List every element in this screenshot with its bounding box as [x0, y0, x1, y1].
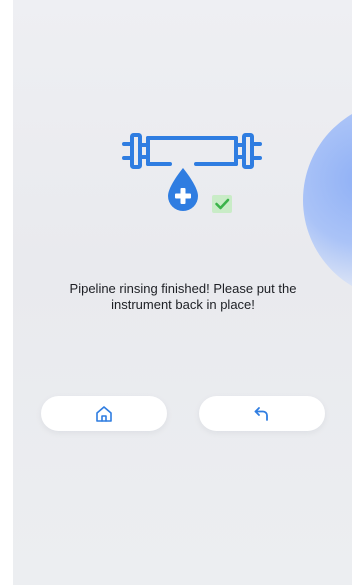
pipe-icon — [122, 133, 262, 169]
home-icon — [96, 405, 112, 422]
status-message-line-1: Pipeline rinsing finished! Please put th… — [69, 281, 297, 296]
rinse-complete-screen: Pipeline rinsing finished! Please put th… — [13, 0, 352, 585]
background-glow — [303, 100, 352, 300]
check-badge-icon — [212, 195, 232, 213]
back-button[interactable] — [199, 396, 325, 431]
status-message-line-2: instrument back in place! — [111, 297, 255, 312]
water-drop-plus-icon — [168, 168, 198, 211]
status-message: Pipeline rinsing finished! Please put th… — [33, 281, 333, 313]
return-arrow-icon — [254, 406, 268, 421]
home-button[interactable] — [41, 396, 167, 431]
rinse-illustration — [122, 133, 262, 213]
